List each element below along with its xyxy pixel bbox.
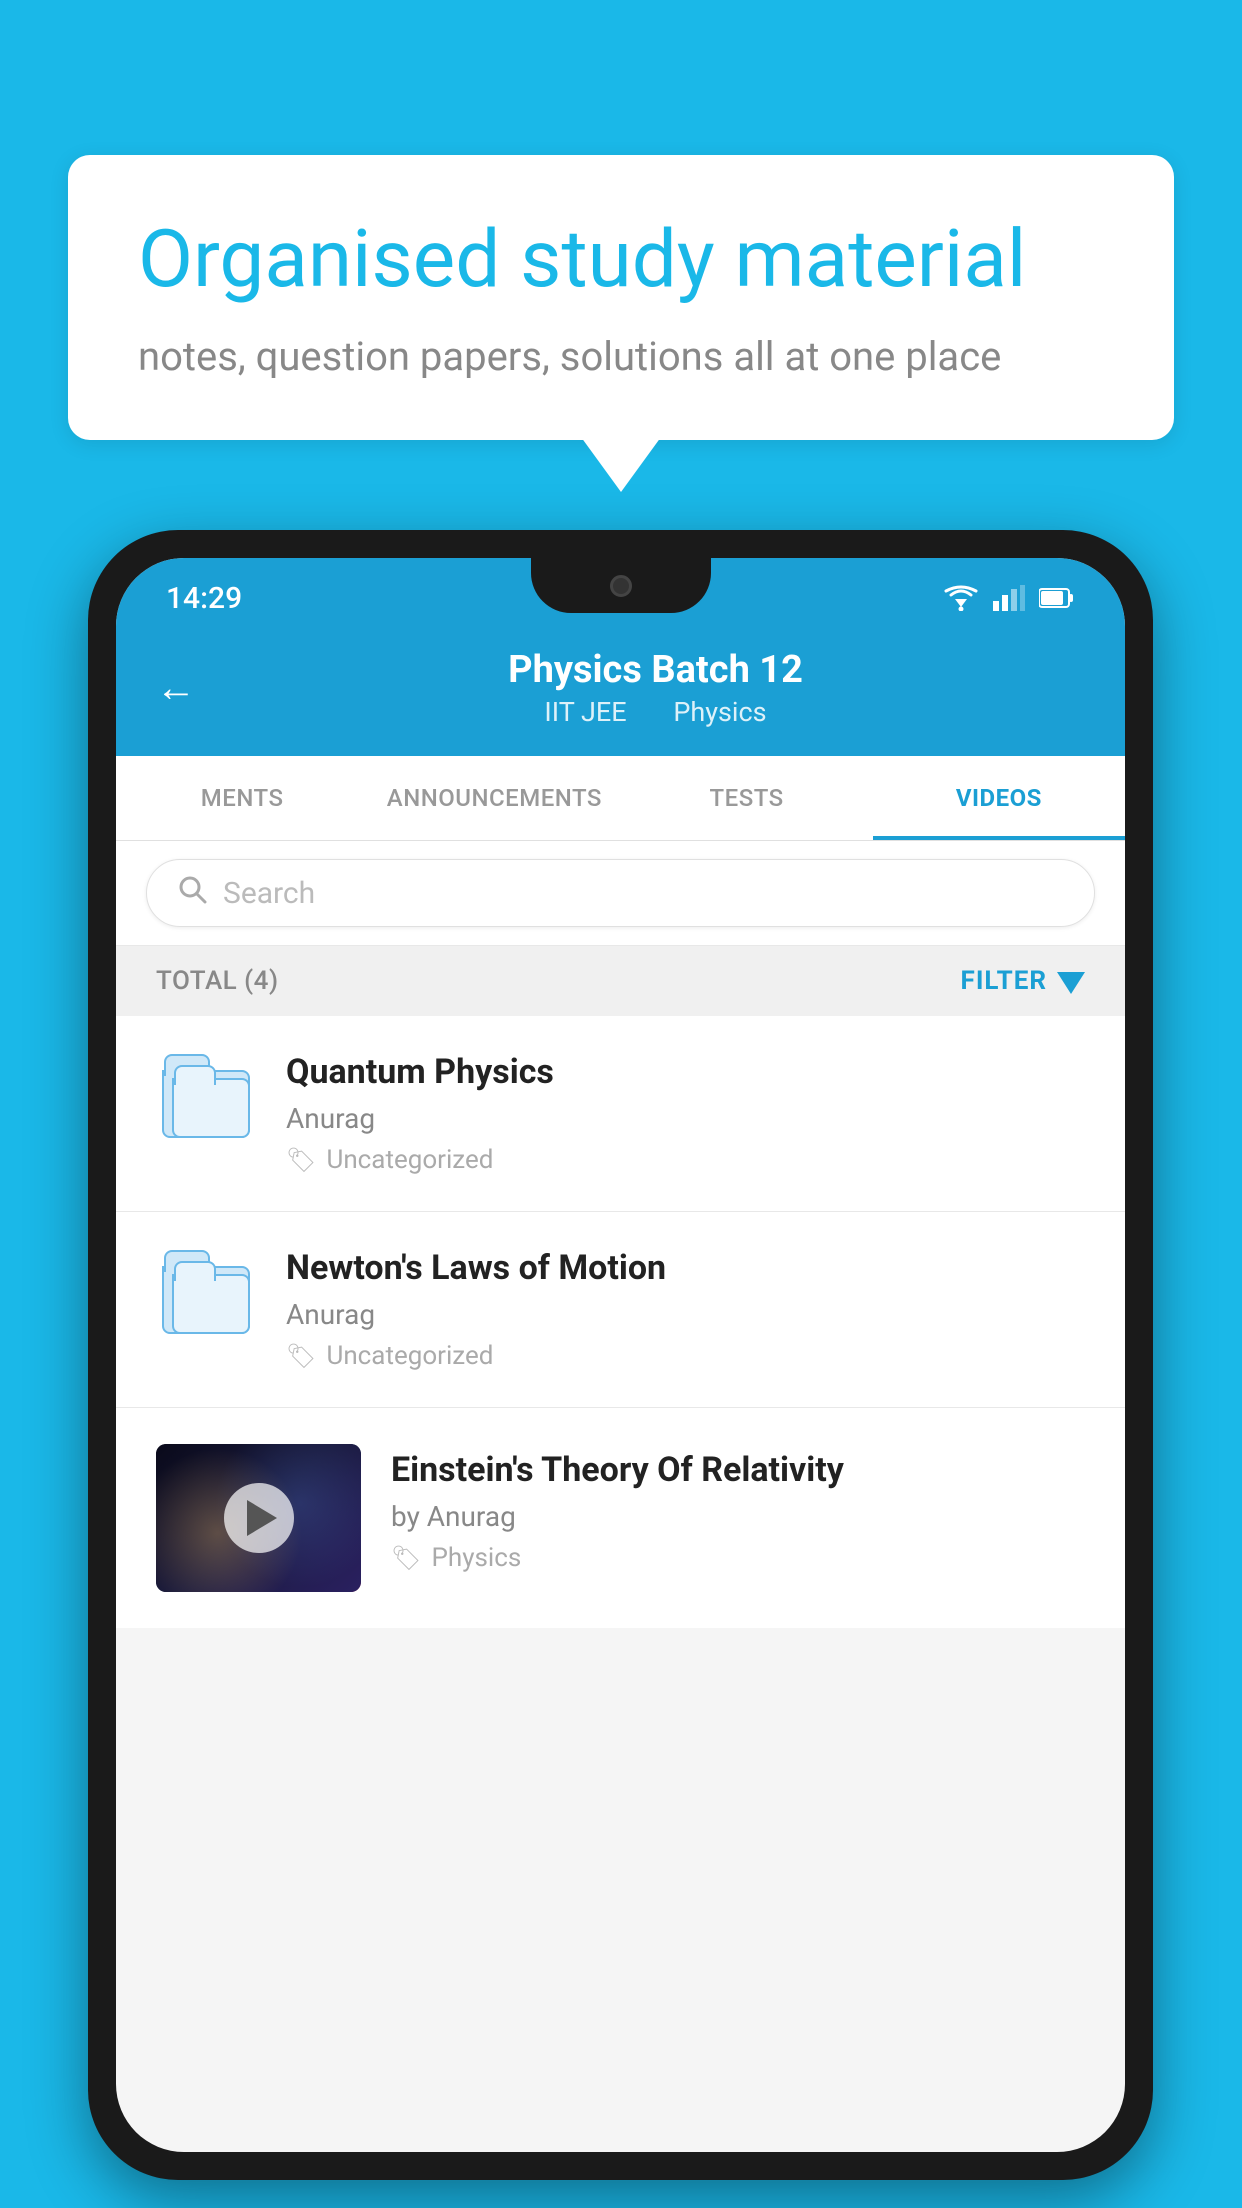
phone-notch	[531, 558, 711, 613]
video-info-newton: Newton's Laws of Motion Anurag 🏷 Uncateg…	[286, 1248, 1085, 1371]
hero-card: Organised study material notes, question…	[68, 155, 1174, 440]
header-subtitle: IIT JEE Physics	[226, 696, 1085, 728]
video-author-newton: Anurag	[286, 1298, 1085, 1331]
video-info-quantum: Quantum Physics Anurag 🏷 Uncategorized	[286, 1052, 1085, 1175]
folder-front-newton	[172, 1274, 250, 1334]
video-title-quantum: Quantum Physics	[286, 1052, 1085, 1092]
folder-icon-quantum	[162, 1058, 250, 1138]
wifi-icon	[943, 585, 979, 611]
status-time: 14:29	[166, 581, 242, 616]
tabs-bar: MENTS ANNOUNCEMENTS TESTS VIDEOS	[116, 756, 1125, 841]
tab-tests[interactable]: TESTS	[621, 756, 873, 840]
tag-icon-einstein: 🏷	[391, 1544, 421, 1572]
total-label: TOTAL (4)	[156, 966, 279, 996]
phone-frame: 14:29	[88, 530, 1153, 2180]
video-tag-einstein: 🏷 Physics	[391, 1543, 1085, 1573]
front-camera	[610, 575, 632, 597]
tag-label-newton: Uncategorized	[326, 1341, 493, 1371]
video-title-einstein: Einstein's Theory Of Relativity	[391, 1450, 1085, 1490]
filter-button[interactable]: FILTER	[961, 966, 1085, 996]
back-button[interactable]: ←	[156, 668, 196, 708]
hero-title: Organised study material	[138, 215, 1104, 303]
header-sub1: IIT JEE	[544, 696, 626, 728]
search-input-wrap[interactable]: Search	[146, 859, 1095, 927]
filter-label: FILTER	[961, 966, 1047, 996]
video-tag-quantum: 🏷 Uncategorized	[286, 1145, 1085, 1175]
tag-icon-quantum: 🏷	[286, 1146, 316, 1174]
play-triangle-icon	[247, 1500, 277, 1536]
play-button-einstein[interactable]	[224, 1483, 294, 1553]
status-icons	[943, 585, 1075, 611]
video-thumb-newton	[156, 1254, 256, 1334]
battery-icon	[1039, 587, 1075, 609]
video-tag-newton: 🏷 Uncategorized	[286, 1341, 1085, 1371]
app-header: ← Physics Batch 12 IIT JEE Physics	[116, 628, 1125, 756]
tag-icon-newton: 🏷	[286, 1342, 316, 1370]
video-list: Quantum Physics Anurag 🏷 Uncategorized	[116, 1016, 1125, 1628]
video-item-einstein[interactable]: Einstein's Theory Of Relativity by Anura…	[116, 1408, 1125, 1628]
tab-announcements[interactable]: ANNOUNCEMENTS	[368, 756, 620, 840]
header-main-title: Physics Batch 12	[226, 648, 1085, 692]
tag-label-einstein: Physics	[431, 1543, 521, 1573]
header-title-block: Physics Batch 12 IIT JEE Physics	[226, 648, 1085, 728]
phone-outer: 14:29	[88, 530, 1153, 2180]
tag-label-quantum: Uncategorized	[326, 1145, 493, 1175]
video-title-newton: Newton's Laws of Motion	[286, 1248, 1085, 1288]
filter-icon	[1057, 972, 1085, 994]
tab-videos[interactable]: VIDEOS	[873, 756, 1125, 840]
video-author-einstein: by Anurag	[391, 1500, 1085, 1533]
search-bar-container: Search	[116, 841, 1125, 946]
folder-icon-newton	[162, 1254, 250, 1334]
hero-subtitle: notes, question papers, solutions all at…	[138, 333, 1104, 380]
video-item-quantum[interactable]: Quantum Physics Anurag 🏷 Uncategorized	[116, 1016, 1125, 1212]
folder-front	[172, 1078, 250, 1138]
einstein-thumbnail	[156, 1444, 361, 1592]
header-sub2: Physics	[673, 696, 766, 728]
filter-bar: TOTAL (4) FILTER	[116, 946, 1125, 1016]
signal-icon	[993, 585, 1025, 611]
search-icon	[177, 874, 207, 912]
phone-screen: 14:29	[116, 558, 1125, 2152]
video-author-quantum: Anurag	[286, 1102, 1085, 1135]
tab-ments[interactable]: MENTS	[116, 756, 368, 840]
video-item-newton[interactable]: Newton's Laws of Motion Anurag 🏷 Uncateg…	[116, 1212, 1125, 1408]
video-thumb-quantum	[156, 1058, 256, 1138]
einstein-info: Einstein's Theory Of Relativity by Anura…	[391, 1444, 1085, 1573]
search-placeholder: Search	[223, 876, 315, 911]
